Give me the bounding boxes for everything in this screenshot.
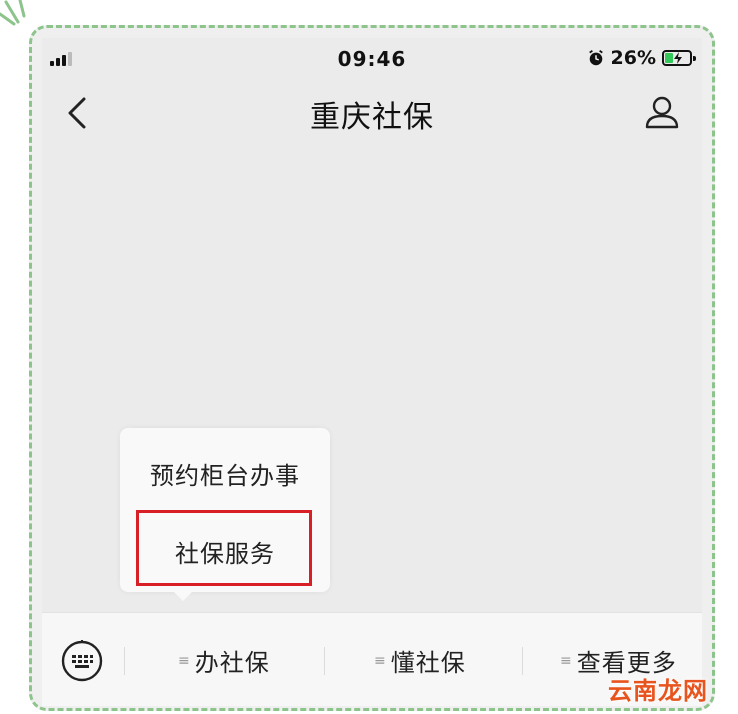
phone-screen: 09:46 26% 重庆社保 预约柜台办事 社保服务 ≡ 办社保 ≡ 懂社保 ≡… bbox=[42, 38, 702, 706]
watermark-logo: 云南龙网 bbox=[608, 677, 708, 705]
nav-bar: 重庆社保 bbox=[42, 82, 702, 146]
battery-icon bbox=[662, 50, 696, 66]
keyboard-icon[interactable] bbox=[60, 639, 104, 683]
popup-menu: 预约柜台办事 社保服务 bbox=[120, 428, 330, 592]
divider bbox=[324, 647, 325, 675]
battery-percent: 26% bbox=[610, 47, 656, 69]
tab-ban-shebao[interactable]: ≡ 办社保 bbox=[178, 643, 270, 678]
tab-label: 办社保 bbox=[194, 649, 270, 677]
menu-item-book-counter[interactable]: 预约柜台办事 bbox=[120, 456, 330, 491]
menu-lines-icon: ≡ bbox=[560, 652, 573, 669]
page-title: 重庆社保 bbox=[310, 100, 434, 135]
status-right: 26% bbox=[587, 46, 696, 70]
divider bbox=[124, 647, 125, 675]
status-bar: 09:46 26% bbox=[42, 38, 702, 82]
screenshot-frame: 09:46 26% 重庆社保 预约柜台办事 社保服务 ≡ 办社保 ≡ 懂社保 ≡… bbox=[29, 25, 715, 711]
alarm-icon bbox=[588, 50, 603, 66]
menu-item-social-security-service[interactable]: 社保服务 bbox=[120, 534, 330, 569]
tab-label: 懂社保 bbox=[390, 649, 466, 677]
user-icon[interactable] bbox=[644, 94, 680, 130]
divider bbox=[522, 647, 523, 675]
menu-lines-icon: ≡ bbox=[374, 652, 387, 669]
bottom-menu-bar: ≡ 办社保 ≡ 懂社保 ≡ 查看更多 bbox=[42, 612, 702, 706]
tab-dong-shebao[interactable]: ≡ 懂社保 bbox=[374, 643, 466, 678]
popup-caret bbox=[173, 591, 193, 601]
menu-lines-icon: ≡ bbox=[178, 652, 191, 669]
